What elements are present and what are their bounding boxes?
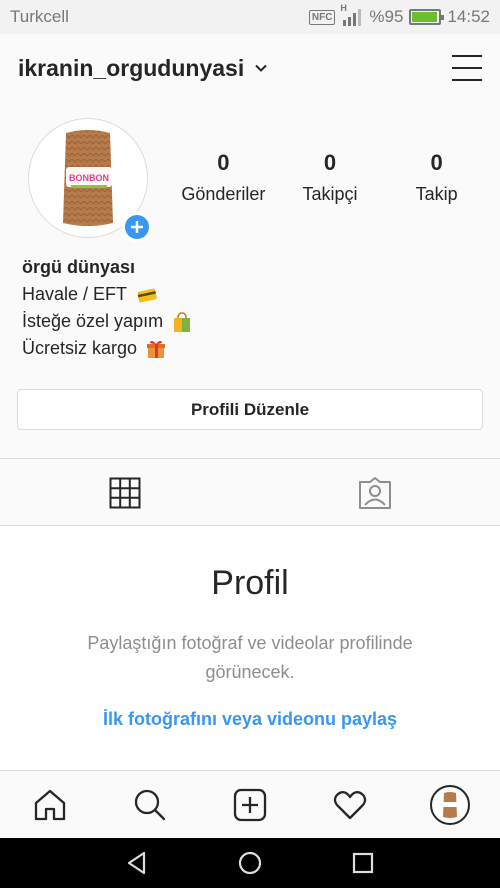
profile-header: ikranin_orgudunyasi bbox=[0, 34, 500, 102]
profile-avatar-icon bbox=[430, 784, 470, 825]
nav-add-post[interactable] bbox=[220, 775, 280, 835]
share-first-post-link[interactable]: İlk fotoğrafını veya videonu paylaş bbox=[0, 709, 500, 730]
back-icon[interactable] bbox=[124, 850, 150, 876]
nfc-icon: NFC bbox=[308, 9, 336, 25]
profile-avatar-area[interactable]: BONBON bbox=[28, 118, 152, 242]
search-icon bbox=[134, 789, 166, 820]
tab-grid[interactable] bbox=[0, 459, 250, 527]
status-bar: Turkcell NFC H %95 14:52 bbox=[0, 0, 500, 34]
bio-line: Ücretsiz kargo bbox=[22, 335, 192, 362]
stat-posts-count: 0 bbox=[217, 150, 230, 175]
credit-card-icon bbox=[137, 288, 157, 303]
status-icons: NFC H %95 14:52 bbox=[308, 3, 490, 27]
shopping-bag-icon bbox=[174, 312, 191, 333]
home-circle-icon[interactable] bbox=[237, 850, 263, 876]
activity-heart-icon bbox=[333, 790, 367, 819]
recents-icon[interactable] bbox=[350, 850, 376, 876]
stat-following-label: Takip bbox=[415, 184, 458, 204]
avatar-brand-text: BONBON bbox=[69, 173, 109, 183]
nav-avatar-yarn-image bbox=[443, 791, 457, 818]
signal-icon: H bbox=[340, 3, 363, 26]
bottom-nav bbox=[0, 770, 500, 838]
stat-followers-label: Takipçi bbox=[302, 184, 358, 204]
stat-following[interactable]: 0 Takip bbox=[383, 150, 490, 205]
grid-icon bbox=[109, 477, 141, 508]
carrier-label: Turkcell bbox=[10, 7, 69, 26]
add-post-icon bbox=[233, 788, 267, 821]
bio-line-text: İsteğe özel yapım bbox=[22, 311, 164, 331]
display-name: örgü dünyası bbox=[22, 257, 136, 277]
clock: 14:52 bbox=[447, 7, 490, 26]
empty-state-text: Paylaştığın fotoğraf ve videolar profili… bbox=[87, 633, 413, 682]
profile-stats: 0 Gönderiler 0 Takipçi 0 Takip bbox=[170, 150, 490, 205]
nav-home[interactable] bbox=[20, 775, 80, 835]
tagged-photos-icon bbox=[359, 476, 391, 509]
edit-profile-button[interactable]: Profili Düzenle bbox=[17, 389, 483, 430]
bio-line-text: Ücretsiz kargo bbox=[22, 338, 138, 358]
username: ikranin_orgudunyasi bbox=[18, 54, 245, 81]
stat-followers[interactable]: 0 Takipçi bbox=[277, 150, 384, 205]
chevron-down-icon bbox=[255, 64, 267, 72]
battery-icon bbox=[409, 9, 445, 25]
stat-posts: 0 Gönderiler bbox=[170, 150, 277, 205]
battery-level-fill bbox=[412, 12, 438, 22]
menu-icon[interactable] bbox=[452, 55, 482, 81]
profile-tabs bbox=[0, 458, 500, 527]
nav-profile[interactable] bbox=[420, 775, 480, 835]
home-icon bbox=[34, 789, 66, 820]
stat-followers-count: 0 bbox=[323, 150, 337, 175]
bio-line-text: Havale / EFT bbox=[22, 284, 127, 304]
plus-icon bbox=[131, 221, 143, 233]
add-story-button[interactable] bbox=[122, 212, 152, 242]
empty-state-title: Profil bbox=[211, 564, 289, 602]
stat-following-count: 0 bbox=[430, 150, 443, 175]
profile-bio: örgü dünyası Havale / EFT İsteğe özel ya… bbox=[22, 254, 192, 362]
android-nav-bar bbox=[0, 838, 500, 888]
bio-line: Havale / EFT bbox=[22, 281, 192, 308]
empty-profile-state: Profil Paylaştığın fotoğraf ve videolar … bbox=[0, 526, 500, 770]
tab-tagged[interactable] bbox=[250, 459, 500, 526]
account-switcher[interactable]: ikranin_orgudunyasi bbox=[18, 55, 268, 82]
gift-icon bbox=[147, 341, 166, 359]
network-type-label: H bbox=[340, 3, 347, 13]
battery-percent: %95 bbox=[369, 7, 404, 26]
bio-line: İsteğe özel yapım bbox=[22, 308, 192, 335]
nav-activity[interactable] bbox=[320, 775, 380, 835]
nav-search[interactable] bbox=[120, 775, 180, 835]
stat-posts-label: Gönderiler bbox=[181, 184, 266, 204]
